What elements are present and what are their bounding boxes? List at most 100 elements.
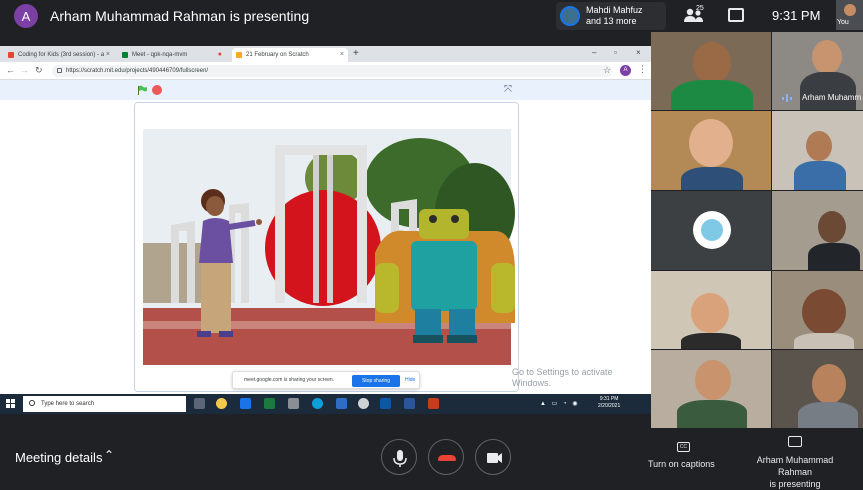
taskbar-date: 2/20/2021 xyxy=(598,403,621,409)
close-window-icon[interactable]: × xyxy=(636,48,641,57)
microphone-button[interactable] xyxy=(381,439,417,475)
participant-face xyxy=(695,360,731,400)
presenter-avatar: A xyxy=(14,4,38,28)
participant-tile[interactable] xyxy=(772,350,863,428)
edge-icon[interactable] xyxy=(312,398,323,409)
new-tab-button[interactable]: + xyxy=(353,48,359,59)
sharing-banner-text: meet.google.com is sharing your screen. xyxy=(244,377,335,383)
microphone-icon xyxy=(393,450,407,467)
participant-tile[interactable] xyxy=(651,350,771,428)
taskbar-clock[interactable]: 9:31 PM 2/20/2021 xyxy=(598,396,620,410)
browser-tab-meet[interactable]: Meet - qpk-nqa-mvm ● xyxy=(118,48,226,62)
browser-tab-coding[interactable]: Coding for Kids (3rd session) - a × xyxy=(4,48,114,62)
windows-start-icon[interactable] xyxy=(6,399,15,408)
minimize-icon[interactable]: – xyxy=(592,48,596,57)
participant-face xyxy=(802,289,846,335)
captions-icon[interactable]: CC xyxy=(677,442,690,452)
powerpoint-icon[interactable] xyxy=(428,398,439,409)
mini-participants-text: Mahdi Mahfuz and 13 more xyxy=(586,5,643,27)
browser-tab-scratch[interactable]: 21 February on Scratch × xyxy=(232,48,348,62)
participant-body xyxy=(798,402,858,428)
lock-icon xyxy=(57,68,62,73)
word-icon[interactable] xyxy=(404,398,415,409)
profile-avatar[interactable]: A xyxy=(620,65,631,76)
clock: 9:31 PM xyxy=(772,8,821,23)
app-icon[interactable] xyxy=(240,398,251,409)
monument-bar xyxy=(313,155,319,303)
recording-dot-icon: ● xyxy=(217,51,222,58)
browser-tab-bar: Coding for Kids (3rd session) - a × Meet… xyxy=(0,46,651,62)
presenting-title: Arham Muhammad Rahman is presenting xyxy=(50,8,310,24)
shared-screen: Coding for Kids (3rd session) - a × Meet… xyxy=(0,46,651,414)
camera-button[interactable] xyxy=(475,439,511,475)
system-tray-icons[interactable]: ▲ ▭ ◔ ◉ xyxy=(540,400,579,407)
present-status[interactable]: Arham Muhammad Rahman is presenting xyxy=(740,454,850,490)
participant-tile-presenter[interactable]: Arham Muhamm xyxy=(772,32,863,110)
stop-sharing-button[interactable]: Stop sharing xyxy=(352,375,400,387)
stage-scene xyxy=(135,103,518,391)
activate-line2: Go to Settings to activate Windows. xyxy=(512,367,613,388)
top-bar: A Arham Muhammad Rahman is presenting Ma… xyxy=(0,0,863,32)
participant-tile[interactable] xyxy=(772,271,863,349)
chrome-icon[interactable] xyxy=(216,398,227,409)
close-icon[interactable]: × xyxy=(340,48,344,62)
activate-line1: Activate Windows xyxy=(512,356,584,366)
taskbar-search-placeholder: Type here to search xyxy=(41,401,95,407)
participant-body xyxy=(794,333,854,349)
url-field[interactable]: https://scratch.mit.edu/projects/4904467… xyxy=(52,65,612,77)
green-flag-icon[interactable] xyxy=(137,85,147,95)
participant-tile[interactable] xyxy=(651,271,771,349)
participant-tile[interactable] xyxy=(772,111,863,190)
bookmark-star-icon[interactable]: ☆ xyxy=(603,65,611,76)
app-icon[interactable] xyxy=(288,398,299,409)
tab-label: Meet - qpk-nqa-mvm xyxy=(132,52,188,58)
maximize-icon[interactable]: ▫ xyxy=(614,48,617,57)
excel-icon[interactable] xyxy=(264,398,275,409)
scratch-stage[interactable] xyxy=(134,102,519,392)
speaking-indicator-icon xyxy=(782,94,792,102)
present-status-line1: Arham Muhammad Rahman xyxy=(756,455,834,477)
url-text: https://scratch.mit.edu/projects/4904467… xyxy=(66,68,209,74)
scratch-favicon-icon xyxy=(236,52,242,58)
tab-label: Coding for Kids (3rd session) - a xyxy=(18,52,105,58)
self-face xyxy=(844,4,856,16)
sharing-banner: meet.google.com is sharing your screen. … xyxy=(232,371,420,389)
mail-icon[interactable] xyxy=(336,398,347,409)
settings-gear-icon[interactable] xyxy=(358,398,369,409)
leave-call-button[interactable] xyxy=(428,439,464,475)
close-icon[interactable]: × xyxy=(106,48,110,62)
browser-menu-icon[interactable]: ⋮ xyxy=(638,64,647,75)
present-now-icon[interactable] xyxy=(788,436,802,447)
chevron-up-icon[interactable]: ⌃ xyxy=(104,448,114,462)
participant-tile[interactable] xyxy=(651,32,771,110)
mini-participant-more: and 13 more xyxy=(586,16,637,26)
camera-icon xyxy=(487,453,502,463)
app-icon[interactable] xyxy=(380,398,391,409)
mini-participants-chip[interactable]: Mahdi Mahfuz and 13 more xyxy=(556,2,666,30)
participant-tile[interactable] xyxy=(772,191,863,270)
reload-icon[interactable]: ↻ xyxy=(35,65,43,76)
activate-windows-watermark: Activate Windows Go to Settings to activ… xyxy=(512,356,651,389)
taskbar-search-input[interactable]: Type here to search xyxy=(23,396,186,412)
meet-favicon-icon xyxy=(122,52,128,58)
participant-body xyxy=(677,400,747,428)
self-view-tile[interactable]: You xyxy=(836,0,863,30)
taskbar-time: 9:31 PM xyxy=(599,396,619,402)
meeting-details-button[interactable]: Meeting details xyxy=(15,450,102,465)
forward-icon[interactable]: → xyxy=(20,65,29,75)
exit-fullscreen-icon[interactable]: ⤧ xyxy=(504,84,512,95)
back-icon[interactable]: ← xyxy=(6,65,15,75)
turn-on-captions-button[interactable]: Turn on captions xyxy=(648,459,715,469)
hide-button[interactable]: Hide xyxy=(405,377,415,383)
gmail-favicon-icon xyxy=(8,52,14,58)
stop-icon[interactable] xyxy=(152,85,162,95)
mini-participant-name: Mahdi Mahfuz xyxy=(586,5,643,15)
task-view-icon[interactable] xyxy=(194,398,205,409)
participant-body xyxy=(671,80,753,110)
monument-bar xyxy=(327,155,333,303)
chat-icon[interactable] xyxy=(728,8,744,22)
participant-face xyxy=(812,40,842,74)
participant-tile[interactable] xyxy=(651,111,771,190)
participant-tile-avatar[interactable] xyxy=(651,191,771,270)
participant-face xyxy=(691,293,729,333)
